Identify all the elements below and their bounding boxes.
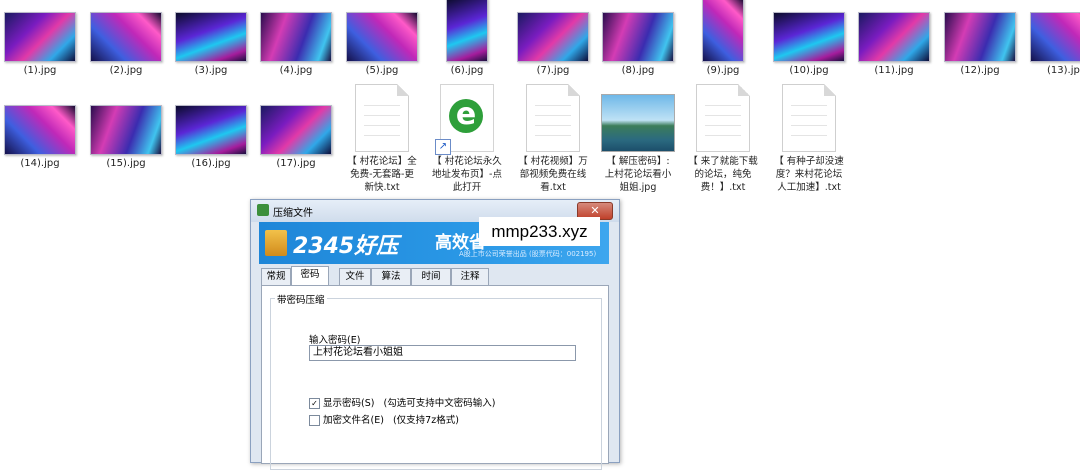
- file-name: 【 村花论坛】全 免费-无套路-更 新快.txt: [347, 156, 417, 193]
- file-name: (6).jpg: [450, 65, 484, 76]
- tab-time[interactable]: 时间: [411, 268, 451, 285]
- text-file-4[interactable]: 【 有种子却没速 度？来村花论坛 人工加速】.txt: [769, 84, 849, 194]
- file-12[interactable]: (12).jpg: [940, 12, 1020, 77]
- file-13[interactable]: (13).jpg: [1025, 12, 1080, 77]
- show-password-label: 显示密码(S): [323, 398, 375, 409]
- file-10[interactable]: (10).jpg: [769, 12, 849, 77]
- image-thumbnail: [175, 12, 247, 62]
- file-name: (11).jpg: [874, 65, 914, 76]
- text-file-2[interactable]: 【 村花视频】万 部视频免费在线 看.txt: [513, 84, 593, 194]
- image-file-password[interactable]: 【 解压密码】: 上村花论坛看小 姐姐.jpg: [598, 94, 678, 194]
- file-11[interactable]: (11).jpg: [854, 12, 934, 77]
- file-17[interactable]: (17).jpg: [256, 105, 336, 170]
- image-thumbnail: [175, 105, 247, 155]
- image-thumbnail: [702, 0, 744, 62]
- text-document-icon: [355, 84, 409, 152]
- encrypt-names-checkbox[interactable]: [309, 415, 320, 426]
- file-name: (12).jpg: [960, 65, 1000, 76]
- file-name: (2).jpg: [109, 65, 143, 76]
- file-14[interactable]: (14).jpg: [0, 105, 80, 170]
- file-4[interactable]: (4).jpg: [256, 12, 336, 77]
- text-file-3[interactable]: 【 来了就能下载 的论坛，纯免 费！】.txt: [683, 84, 763, 194]
- shortcut-arrow-icon: ↗: [435, 139, 451, 155]
- internet-explorer-icon: e ↗: [435, 84, 494, 155]
- file-name: (1).jpg: [23, 65, 57, 76]
- file-name: (14).jpg: [20, 158, 60, 169]
- tab-general[interactable]: 常规: [261, 268, 291, 285]
- file-16[interactable]: (16).jpg: [171, 105, 251, 170]
- file-name: (15).jpg: [106, 158, 146, 169]
- encrypt-names-hint: (仅支持7z格式): [392, 415, 459, 426]
- file-name: 【 来了就能下载 的论坛，纯免 费！】.txt: [688, 156, 758, 193]
- group-title: 带密码压缩: [275, 292, 327, 306]
- file-1[interactable]: (1).jpg: [0, 12, 80, 77]
- file-name: 【 解压密码】: 上村花论坛看小 姐姐.jpg: [604, 156, 672, 193]
- file-name: (7).jpg: [536, 65, 570, 76]
- show-password-checkbox[interactable]: ✓: [309, 398, 320, 409]
- file-name: 【 村花视频】万 部视频免费在线 看.txt: [518, 156, 588, 193]
- password-label: 输入密码(E): [309, 335, 361, 346]
- encrypt-names-row[interactable]: 加密文件名(E) (仅支持7z格式): [309, 412, 459, 426]
- dialog-title: 压缩文件: [273, 208, 313, 219]
- text-document-icon: [526, 84, 580, 152]
- file-6[interactable]: (6).jpg: [427, 0, 507, 77]
- image-thumbnail: [602, 12, 674, 62]
- image-thumbnail: [90, 12, 162, 62]
- image-thumbnail: [260, 12, 332, 62]
- tab-comment[interactable]: 注释: [451, 268, 489, 285]
- brand-name: 2345好压: [293, 234, 399, 259]
- file-name: (5).jpg: [365, 65, 399, 76]
- text-document-icon: [782, 84, 836, 152]
- file-name: (8).jpg: [621, 65, 655, 76]
- text-file-1[interactable]: 【 村花论坛】全 免费-无套路-更 新快.txt: [342, 84, 422, 194]
- image-thumbnail: [1030, 12, 1080, 62]
- password-panel: 带密码压缩 输入密码(E) 上村花论坛看小姐姐 ✓ 显示密码(S) (勾选可支持中…: [261, 285, 609, 470]
- file-name: 【 村花论坛永久 地址发布页】-点 此打开: [432, 156, 502, 193]
- file-name: (4).jpg: [279, 65, 313, 76]
- image-thumbnail: [773, 12, 845, 62]
- file-15[interactable]: (15).jpg: [86, 105, 166, 170]
- image-thumbnail: [4, 105, 76, 155]
- file-3[interactable]: (3).jpg: [171, 12, 251, 77]
- file-name: (17).jpg: [276, 158, 316, 169]
- file-name: (3).jpg: [194, 65, 228, 76]
- file-name: (10).jpg: [789, 65, 829, 76]
- image-thumbnail: [944, 12, 1016, 62]
- image-thumbnail: [858, 12, 930, 62]
- file-name: (13).jpg: [1047, 65, 1080, 76]
- password-group: 带密码压缩 输入密码(E) 上村花论坛看小姐姐 ✓ 显示密码(S) (勾选可支持中…: [270, 292, 602, 470]
- tab-algorithm[interactable]: 算法: [371, 268, 411, 285]
- image-thumbnail: [517, 12, 589, 62]
- image-thumbnail: [446, 0, 488, 62]
- archive-logo-icon: [265, 230, 287, 256]
- image-thumbnail: [90, 105, 162, 155]
- file-name: 【 有种子却没速 度？来村花论坛 人工加速】.txt: [774, 156, 844, 193]
- file-5[interactable]: (5).jpg: [342, 12, 422, 77]
- file-name: (16).jpg: [191, 158, 231, 169]
- stock-info: A股上市公司荣誉出品 (股票代码：002195): [459, 250, 597, 258]
- image-thumbnail: [346, 12, 418, 62]
- landscape-image-thumbnail: [601, 94, 675, 152]
- text-document-icon: [696, 84, 750, 152]
- tab-password[interactable]: 密码: [291, 266, 329, 286]
- url-shortcut-file[interactable]: e ↗ 【 村花论坛永久 地址发布页】-点 此打开: [427, 84, 507, 194]
- watermark-text: mmp233.xyz: [479, 217, 600, 246]
- file-2[interactable]: (2).jpg: [86, 12, 166, 77]
- app-icon: [257, 204, 269, 216]
- tab-files[interactable]: 文件: [339, 268, 371, 285]
- file-7[interactable]: (7).jpg: [513, 12, 593, 77]
- password-input[interactable]: 上村花论坛看小姐姐: [309, 345, 576, 361]
- show-password-hint: (勾选可支持中文密码输入): [383, 398, 496, 409]
- image-thumbnail: [260, 105, 332, 155]
- file-8[interactable]: (8).jpg: [598, 12, 678, 77]
- file-name: (9).jpg: [706, 65, 740, 76]
- encrypt-names-label: 加密文件名(E): [323, 415, 384, 426]
- show-password-row[interactable]: ✓ 显示密码(S) (勾选可支持中文密码输入): [309, 395, 495, 409]
- image-thumbnail: [4, 12, 76, 62]
- file-9[interactable]: (9).jpg: [683, 0, 763, 77]
